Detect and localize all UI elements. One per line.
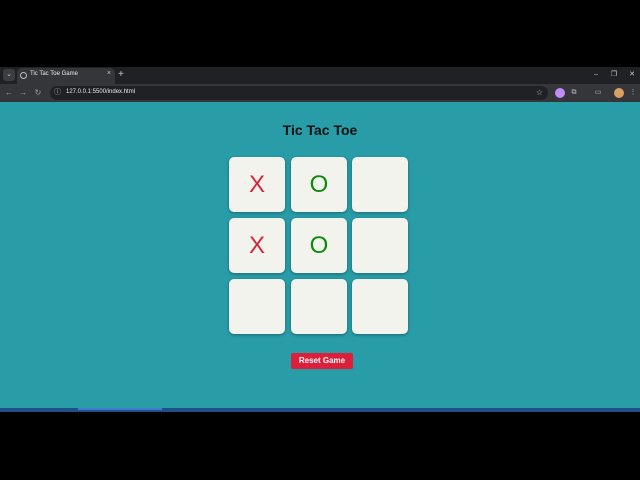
board-cell-7[interactable] [229, 279, 285, 334]
tab-search-icon[interactable]: ⌄ [3, 69, 15, 81]
tab-strip: ⌄ Tic Tac Toe Game × + – ❐ ✕ [0, 67, 640, 84]
browser-menu-icon[interactable]: ⋮ [628, 88, 638, 98]
tab-tic-tac-toe[interactable]: Tic Tac Toe Game × [17, 68, 115, 84]
back-icon[interactable]: ← [4, 87, 14, 99]
forward-icon[interactable]: → [18, 87, 28, 99]
favicon-icon [20, 72, 27, 79]
reload-icon[interactable]: ↻ [33, 87, 43, 99]
board-cell-4[interactable]: X [229, 218, 285, 273]
extension-icon[interactable] [555, 88, 565, 98]
board-cell-3[interactable] [352, 157, 408, 212]
bookmark-star-icon[interactable]: ☆ [536, 87, 543, 99]
board-cell-8[interactable] [291, 279, 347, 334]
game-board: X O X O [229, 157, 409, 335]
screen: ⌄ Tic Tac Toe Game × + – ❐ ✕ ← → ↻ ⓘ 127… [0, 0, 640, 480]
board-cell-2[interactable]: O [291, 157, 347, 212]
board-cell-6[interactable] [352, 218, 408, 273]
address-bar[interactable]: ⓘ 127.0.0.1:5500/index.html ☆ [50, 86, 548, 100]
restore-icon[interactable]: ❐ [607, 69, 621, 81]
reset-game-button[interactable]: Reset Game [291, 353, 353, 369]
board-cell-9[interactable] [352, 279, 408, 334]
url-text[interactable]: 127.0.0.1:5500/index.html [66, 89, 135, 95]
browser-toolbar: ← → ↻ ⓘ 127.0.0.1:5500/index.html ☆ ⧉ ▭ … [0, 84, 640, 102]
board-cell-5[interactable]: O [291, 218, 347, 273]
taskbar-active-indicator [78, 408, 162, 410]
side-panel-icon[interactable]: ▭ [593, 88, 603, 98]
extensions-puzzle-icon[interactable]: ⧉ [569, 88, 579, 98]
page-viewport: Tic Tac Toe X O X O Reset Game [0, 102, 640, 408]
new-tab-button[interactable]: + [118, 68, 124, 82]
site-info-icon[interactable]: ⓘ [54, 87, 61, 99]
minimize-icon[interactable]: – [589, 69, 603, 81]
profile-avatar-icon[interactable] [614, 88, 624, 98]
board-cell-1[interactable]: X [229, 157, 285, 212]
taskbar [0, 408, 640, 412]
window-close-icon[interactable]: ✕ [625, 69, 639, 81]
tab-title: Tic Tac Toe Game [30, 71, 78, 77]
page-title: Tic Tac Toe [282, 122, 358, 138]
tab-close-icon[interactable]: × [107, 70, 111, 77]
